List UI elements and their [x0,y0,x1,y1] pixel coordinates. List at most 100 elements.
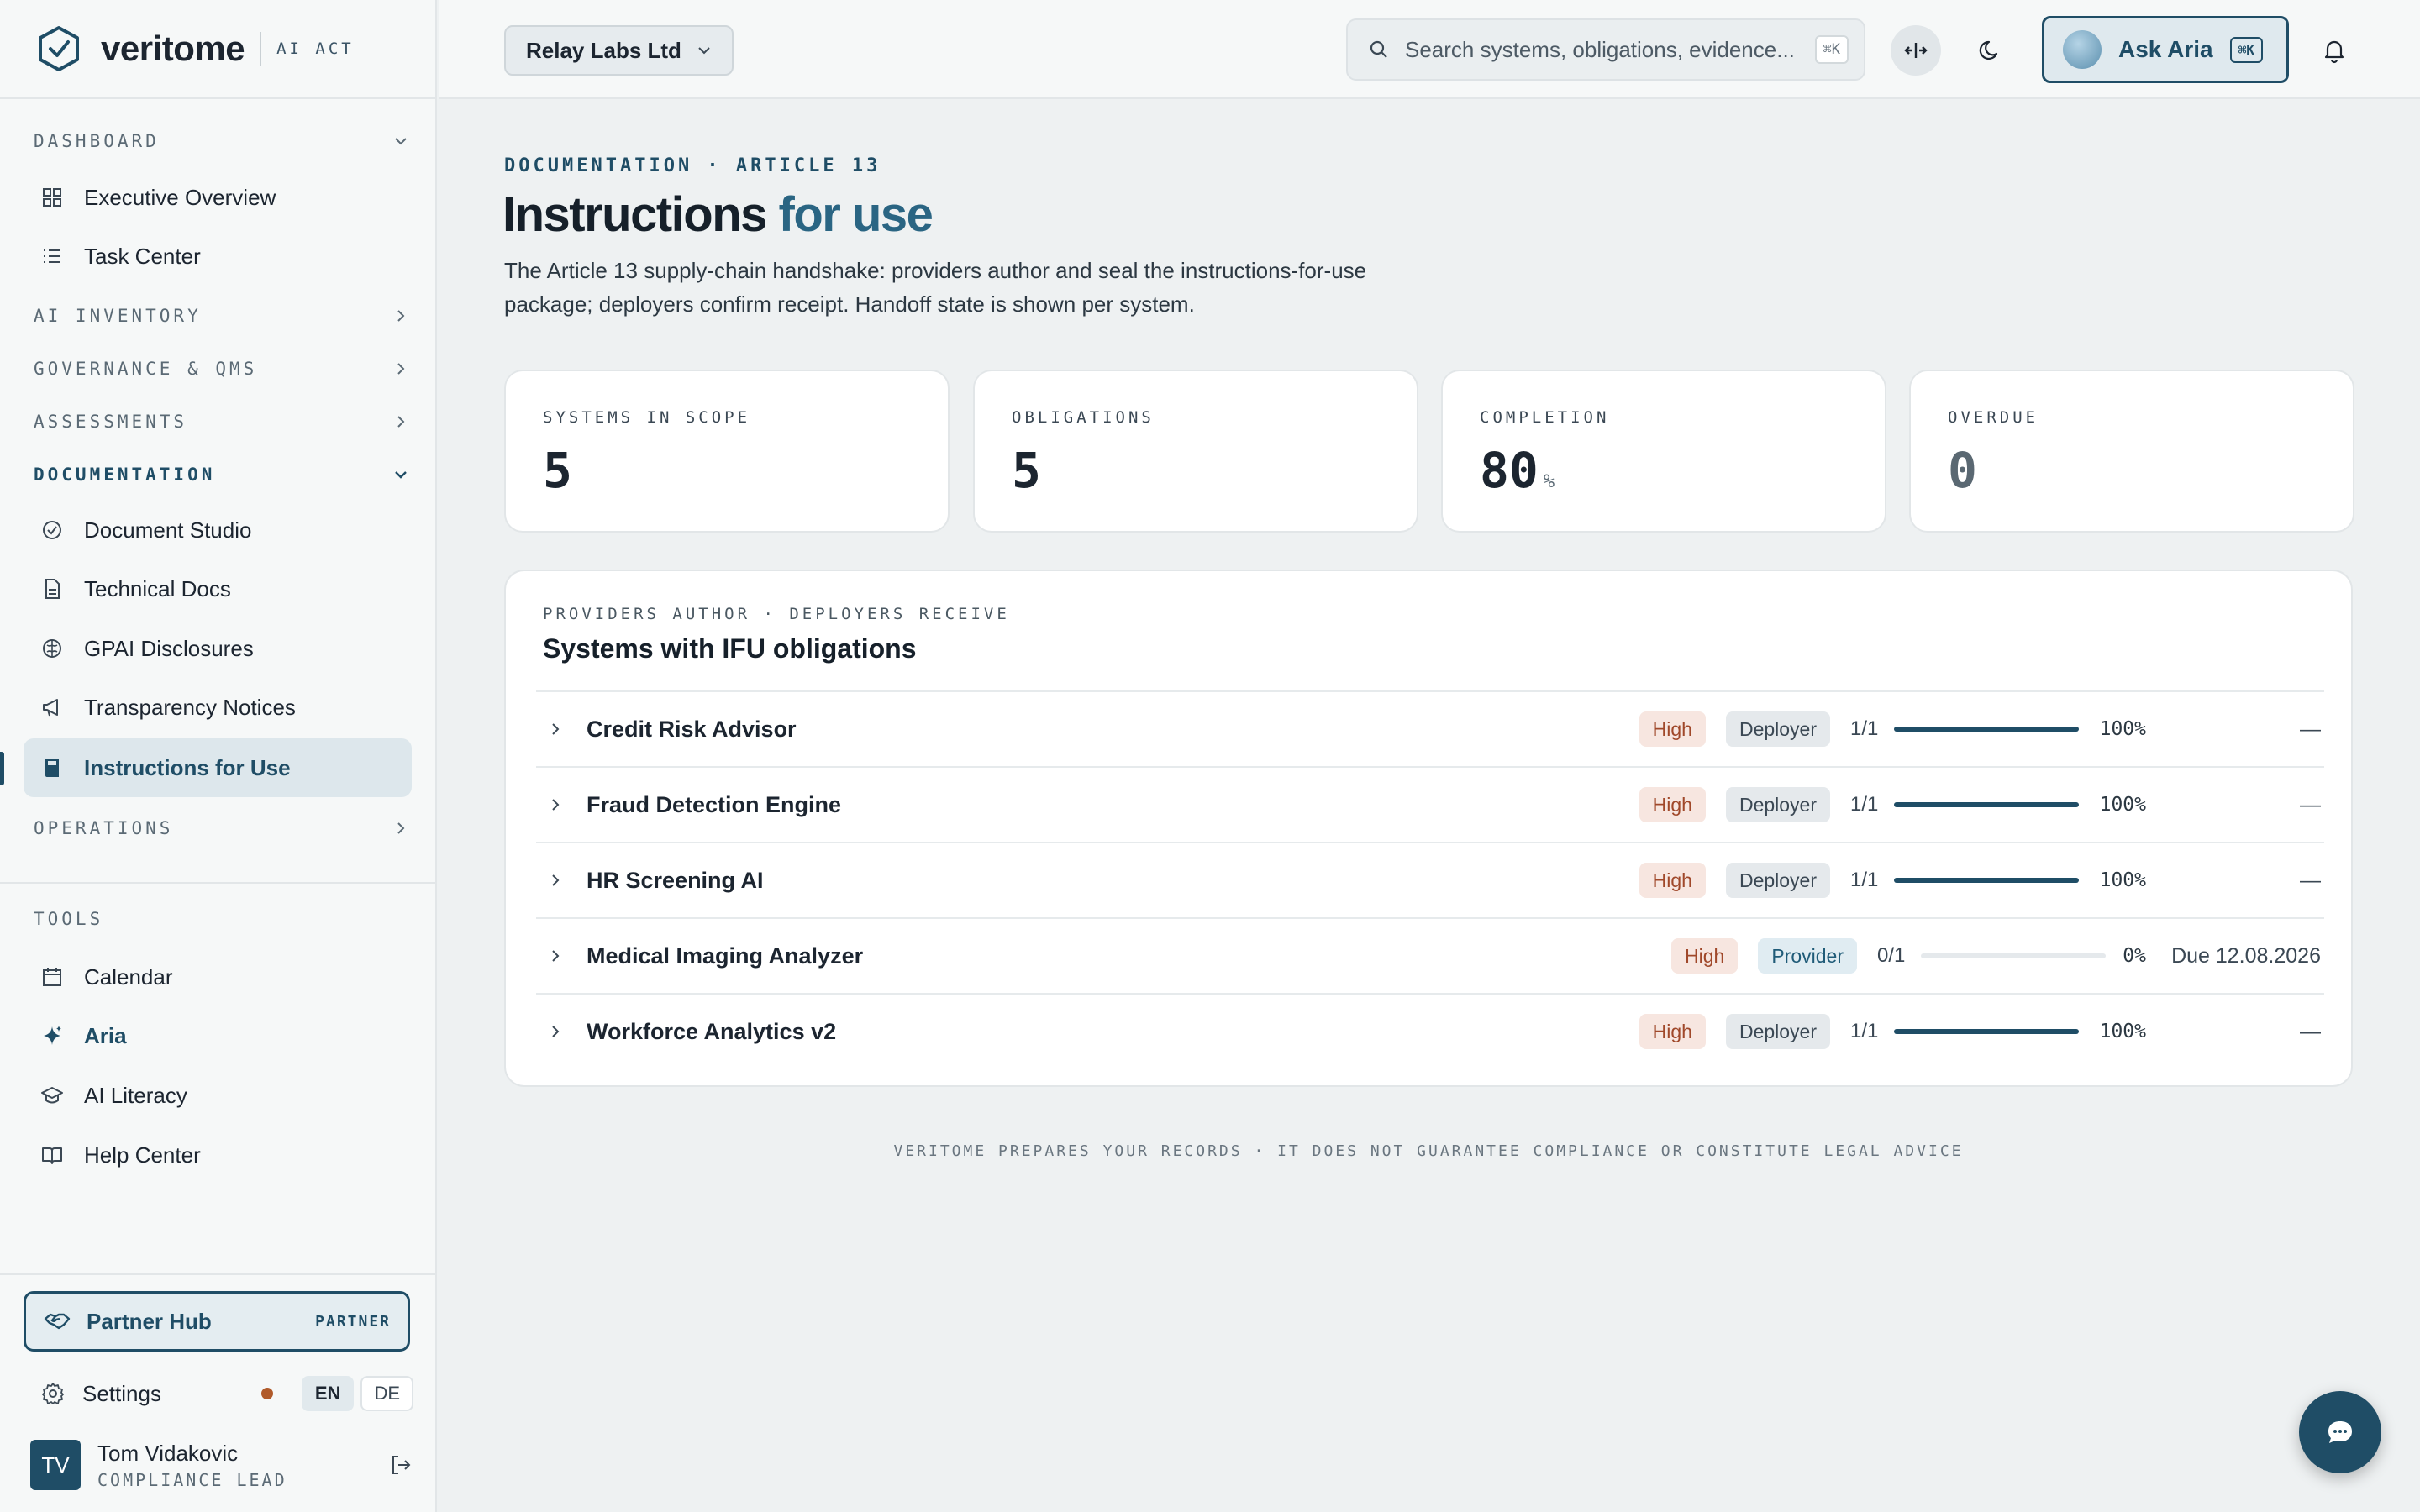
brand[interactable]: veritome AI ACT [0,0,435,99]
chevron-right-icon [397,310,405,322]
chevron-down-icon [395,138,407,145]
stat-unit: % [1543,471,1555,492]
role-badge: Deployer [1725,787,1830,822]
section-label: OPERATIONS [34,818,174,838]
system-row[interactable]: Workforce Analytics v2 High Deployer 1/1… [536,993,2324,1068]
sidebar-item-calendar[interactable]: Calendar [24,948,412,1006]
sidebar-item-instructions-for-use[interactable]: Instructions for Use [24,738,412,797]
sidebar-divider [0,882,437,884]
sidebar-item-aria[interactable]: Aria [24,1006,412,1065]
chat-bubble-icon [2328,1421,2352,1443]
chat-button[interactable] [2299,1391,2381,1473]
system-row[interactable]: Medical Imaging Analyzer High Provider 0… [536,917,2324,993]
stat-value: 0 [1948,442,2353,499]
chevron-down-icon [698,47,710,55]
sidebar-item-executive-overview[interactable]: Executive Overview [24,168,412,227]
chevron-right-icon [552,1026,560,1037]
section-operations[interactable]: OPERATIONS [34,818,410,838]
brand-divider [260,32,262,66]
sidebar-item-label: Transparency Notices [84,694,296,720]
stat-label: OBLIGATIONS [1012,408,1155,427]
gear-icon[interactable] [40,1381,66,1406]
page-title-main: Instructions [502,187,767,242]
system-name: Medical Imaging Analyzer [587,942,864,969]
organization-select[interactable]: Relay Labs Ltd [504,25,734,76]
partner-hub-button[interactable]: Partner Hub PARTNER [24,1291,410,1352]
section-documentation[interactable]: DOCUMENTATION [34,465,410,485]
ask-aria-button[interactable]: Ask Aria ⌘K [2042,16,2289,83]
search-input[interactable]: Search systems, obligations, evidence...… [1346,18,1865,81]
sidebar-item-document-studio[interactable]: Document Studio [24,501,412,559]
search-placeholder: Search systems, obligations, evidence... [1405,36,1795,62]
section-governance-qms[interactable]: GOVERNANCE & QMS [34,359,410,379]
chevron-right-icon [397,822,405,834]
dark-mode-toggle[interactable] [1966,25,2017,76]
sidebar-item-label: Calendar [84,963,173,990]
role-badge: Deployer [1725,1014,1830,1049]
panel-title: Systems with IFU obligations [543,633,917,664]
language-de-button[interactable]: DE [360,1376,413,1411]
logout-icon[interactable] [388,1452,413,1478]
system-row[interactable]: Fraud Detection Engine High Deployer 1/1… [536,766,2324,842]
sidebar-item-help-center[interactable]: Help Center [24,1126,412,1184]
settings-link[interactable]: Settings [82,1381,261,1407]
sidebar-item-transparency-notices[interactable]: Transparency Notices [24,678,412,737]
due-date: — [2300,792,2321,816]
due-date: — [2300,868,2321,892]
risk-badge: High [1671,938,1739,974]
system-row[interactable]: HR Screening AI High Deployer 1/1 100% — [536,842,2324,917]
megaphone-icon [43,699,58,717]
system-name: Credit Risk Advisor [587,716,797,742]
topbar: Relay Labs Ltd Search systems, obligatio… [439,0,2420,99]
due-date: Due 12.08.2026 [2171,943,2321,968]
obligation-count: 0/1 [1877,944,1906,967]
open-book-icon [42,1147,62,1164]
compare-button[interactable] [1891,25,1941,76]
page-title-accent: for use [778,187,934,242]
section-tools: TOOLS [34,909,410,929]
section-ai-inventory[interactable]: AI INVENTORY [34,306,410,326]
obligation-count: 1/1 [1850,869,1879,891]
sidebar-item-ai-literacy[interactable]: AI Literacy [24,1066,412,1125]
chevron-down-icon [395,471,407,479]
section-assessments[interactable]: ASSESSMENTS [34,412,410,432]
avatar[interactable]: TV [30,1440,81,1490]
logo-icon [39,26,79,71]
progress-percent: 100% [2099,869,2146,891]
badge-check-icon [43,521,61,539]
progress-bar [1894,878,2079,883]
language-en-button[interactable]: EN [301,1376,355,1411]
stat-card-obligations: OBLIGATIONS 5 [973,370,1418,533]
stat-label: COMPLETION [1480,408,1610,427]
brain-icon [43,639,61,658]
progress-percent: 0% [2123,945,2146,967]
risk-badge: High [1639,863,1706,898]
search-shortcut: ⌘K [1814,35,1849,64]
progress-percent: 100% [2099,794,2146,816]
file-icon [45,579,60,599]
stat-label: SYSTEMS IN SCOPE [543,408,751,427]
progress-fill [1894,727,2079,732]
due-date: — [2300,1019,2321,1043]
obligation-count: 1/1 [1850,717,1879,740]
chevron-right-icon [397,416,405,428]
section-label: DASHBOARD [34,131,160,151]
sidebar-item-technical-docs[interactable]: Technical Docs [24,559,412,618]
system-row[interactable]: Credit Risk Advisor High Deployer 1/1 10… [536,690,2324,766]
sidebar-item-label: Task Center [84,243,201,269]
grid-icon [43,188,61,207]
stat-card-overdue: OVERDUE 0 [1909,370,2354,533]
sidebar-item-gpai-disclosures[interactable]: GPAI Disclosures [24,619,412,678]
section-dashboard[interactable]: DASHBOARD [34,131,410,151]
sidebar-item-task-center[interactable]: Task Center [24,227,412,286]
page-eyebrow: DOCUMENTATION · ARTICLE 13 [504,155,881,176]
system-name: Fraud Detection Engine [587,791,842,817]
sidebar-item-label: Aria [84,1022,127,1048]
chevron-right-icon [552,874,560,886]
panel-eyebrow: PROVIDERS AUTHOR · DEPLOYERS RECEIVE [543,605,1010,623]
risk-badge: High [1639,1014,1706,1049]
notifications-button[interactable] [2309,25,2360,76]
sidebar-item-label: Executive Overview [84,184,276,210]
progress-fill [1894,878,2079,883]
progress-bar [1894,1029,2079,1034]
